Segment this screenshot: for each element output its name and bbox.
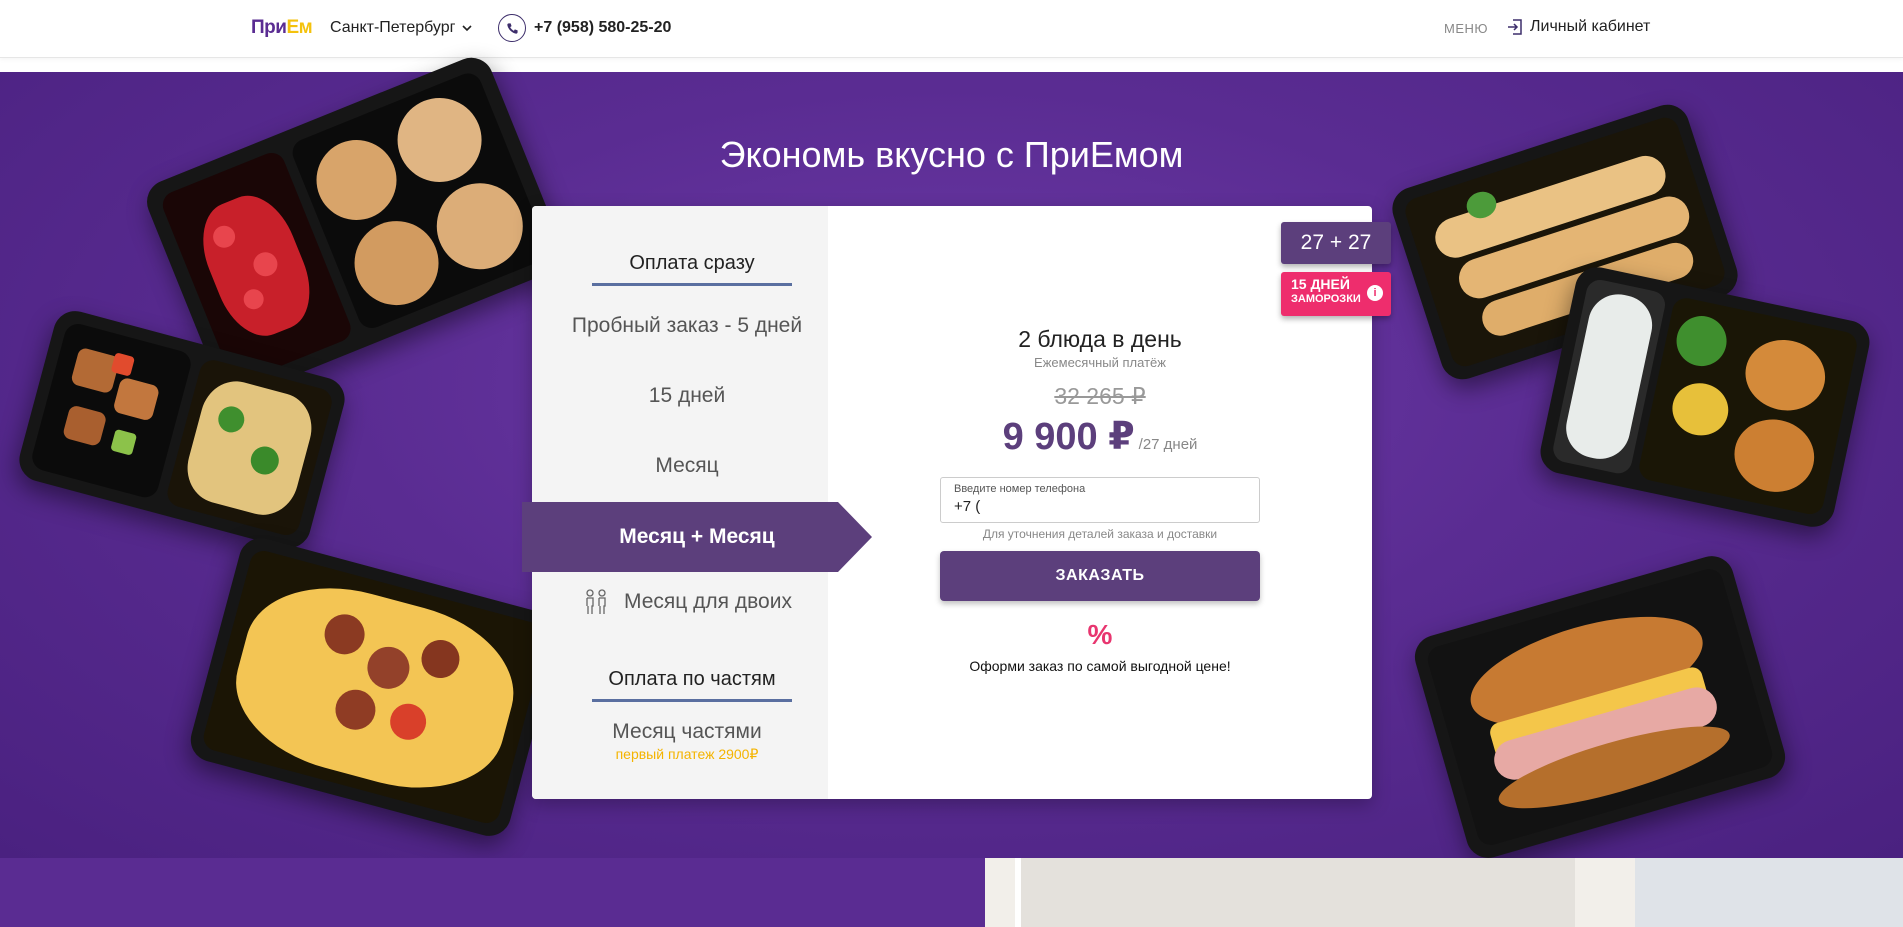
percent-icon: % (1087, 619, 1113, 650)
food-image-croissant (1409, 550, 1791, 864)
chevron-down-icon (462, 25, 473, 32)
tab-15-days[interactable]: 15 дней (532, 384, 842, 408)
group-label-installments: Оплата по частям (532, 668, 852, 702)
tab-month-for-two-label: Месяц для двоих (624, 590, 792, 613)
tab-month[interactable]: Месяц (532, 454, 842, 478)
price-block: 9 900 ₽/27 дней (828, 414, 1372, 459)
offer-title: 2 блюда в день (1018, 326, 1182, 352)
phone-icon (498, 14, 526, 42)
plan-card: Оплата сразу Пробный заказ - 5 дней 15 д… (522, 206, 1372, 799)
account-label: Личный кабинет (1530, 18, 1651, 35)
menu-link[interactable]: МЕНЮ (1444, 21, 1488, 36)
phone-hint: Для уточнения деталей заказа и доставки (982, 527, 1218, 541)
food-image-pasta (185, 533, 565, 841)
account-link[interactable]: Личный кабинет (1506, 18, 1650, 36)
phone-input[interactable] (954, 498, 1244, 515)
login-icon (1508, 19, 1522, 35)
phone-field-label: Введите номер телефона (954, 483, 1086, 495)
promo-text: Оформи заказ по самой выгодной цене! (969, 658, 1231, 674)
info-icon[interactable]: i (1367, 285, 1383, 301)
tab-trial-5-days[interactable]: Пробный заказ - 5 дней (532, 314, 842, 338)
order-button[interactable]: ЗАКАЗАТЬ (940, 551, 1260, 601)
logo[interactable]: ПриЕм (251, 17, 313, 39)
food-image-cutlets (1536, 263, 1874, 531)
old-price: 32 265 ₽ (1054, 383, 1146, 409)
city-label: Санкт-Петербург (330, 19, 456, 36)
next-section-left (0, 858, 985, 927)
two-people-icon (586, 589, 606, 614)
group-label-pay-now: Оплата сразу (532, 252, 852, 286)
tab-month-installments[interactable]: Месяц частями первый платеж 2900₽ (532, 720, 842, 763)
current-price: 9 900 ₽ (1002, 416, 1135, 458)
plan-tabs: Оплата сразу Пробный заказ - 5 дней 15 д… (522, 206, 872, 799)
next-section-image (985, 858, 1903, 927)
installment-first-payment: первый платеж 2900₽ (615, 746, 759, 762)
days-badge: 27 + 27 (1281, 222, 1391, 264)
tab-month-plus-month[interactable]: Месяц + Месяц (522, 502, 872, 572)
site-header: ПриЕм Санкт-Петербург +7 (958) 580-25-20… (0, 0, 1903, 58)
freeze-badge: 15 ДНЕЙ ЗАМОРОЗКИ i (1281, 272, 1391, 316)
city-selector[interactable]: Санкт-Петербург (330, 19, 473, 37)
tab-month-for-two[interactable]: Месяц для двоих (532, 588, 842, 616)
phone-link[interactable]: +7 (958) 580-25-20 (498, 14, 671, 42)
phone-field[interactable]: Введите номер телефона (940, 477, 1260, 523)
price-period: /27 дней (1138, 436, 1198, 453)
phone-number: +7 (958) 580-25-20 (534, 19, 672, 36)
offer-subtitle: Ежемесячный платёж (1034, 355, 1166, 370)
tab-month-installments-label: Месяц частями (612, 720, 762, 743)
